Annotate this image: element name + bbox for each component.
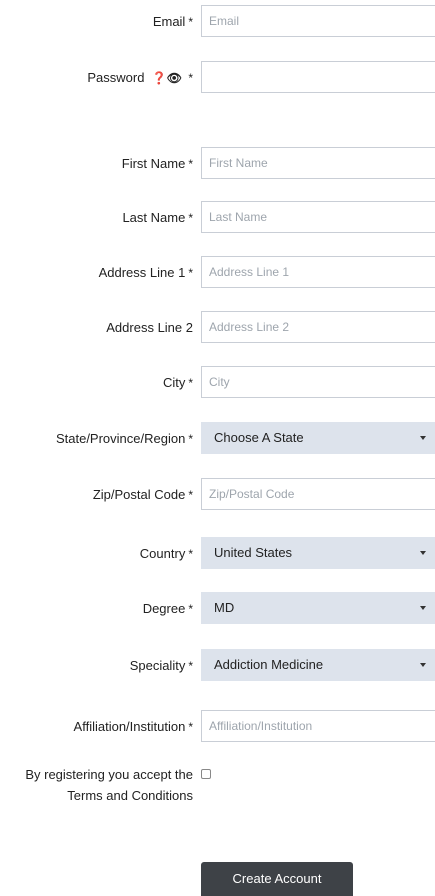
required-marker: * xyxy=(188,488,193,502)
address-line-2-input[interactable] xyxy=(201,311,435,343)
affiliation-label: Affiliation/Institution * xyxy=(73,719,193,734)
address-line-2-label: Address Line 2 xyxy=(106,320,193,335)
speciality-selected-value: Addiction Medicine xyxy=(214,657,324,672)
degree-label: Degree * xyxy=(142,601,193,616)
caret-down-icon xyxy=(420,663,426,667)
country-selected-value: United States xyxy=(214,545,293,560)
zip-label: Zip/Postal Code * xyxy=(92,487,193,502)
state-select[interactable]: Choose A State xyxy=(201,422,435,454)
address-line-1-input[interactable] xyxy=(201,256,435,288)
email-label: Email * xyxy=(152,14,193,29)
first-name-input[interactable] xyxy=(201,147,435,179)
zip-input[interactable] xyxy=(201,478,435,510)
affiliation-input[interactable] xyxy=(201,710,435,742)
required-marker: * xyxy=(188,432,193,446)
required-marker: * xyxy=(188,376,193,390)
required-marker: * xyxy=(188,15,193,29)
speciality-label: Speciality * xyxy=(129,658,193,673)
required-marker: * xyxy=(188,211,193,225)
city-label: City * xyxy=(162,375,193,390)
required-marker: * xyxy=(188,547,193,561)
caret-down-icon xyxy=(420,436,426,440)
eye-icon[interactable]: 👁 xyxy=(167,71,182,85)
password-help-show-icons[interactable]: ❓👁 xyxy=(148,71,185,85)
country-select[interactable]: United States xyxy=(201,537,435,569)
state-label: State/Province/Region * xyxy=(55,431,193,446)
required-marker: * xyxy=(188,71,193,85)
required-marker: * xyxy=(188,720,193,734)
last-name-input[interactable] xyxy=(201,201,435,233)
terms-label: By registering you accept the Terms and … xyxy=(25,767,193,803)
last-name-label: Last Name * xyxy=(122,210,193,225)
required-marker: * xyxy=(188,157,193,171)
required-marker: * xyxy=(188,602,193,616)
state-selected-value: Choose A State xyxy=(214,430,304,445)
password-input[interactable] xyxy=(201,61,435,93)
required-marker: * xyxy=(188,266,193,280)
create-account-button[interactable]: Create Account xyxy=(201,862,353,896)
caret-down-icon xyxy=(420,606,426,610)
degree-select[interactable]: MD xyxy=(201,592,435,624)
caret-down-icon xyxy=(420,551,426,555)
password-label: Password ❓👁 * xyxy=(87,70,193,85)
email-input[interactable] xyxy=(201,5,435,37)
terms-checkbox[interactable] xyxy=(201,769,211,779)
city-input[interactable] xyxy=(201,366,435,398)
country-label: Country * xyxy=(139,546,193,561)
speciality-select[interactable]: Addiction Medicine xyxy=(201,649,435,681)
required-marker: * xyxy=(188,659,193,673)
question-circle-icon[interactable]: ❓ xyxy=(152,71,167,85)
address-line-1-label: Address Line 1 * xyxy=(98,265,193,280)
degree-selected-value: MD xyxy=(214,600,235,615)
first-name-label: First Name * xyxy=(121,156,193,171)
